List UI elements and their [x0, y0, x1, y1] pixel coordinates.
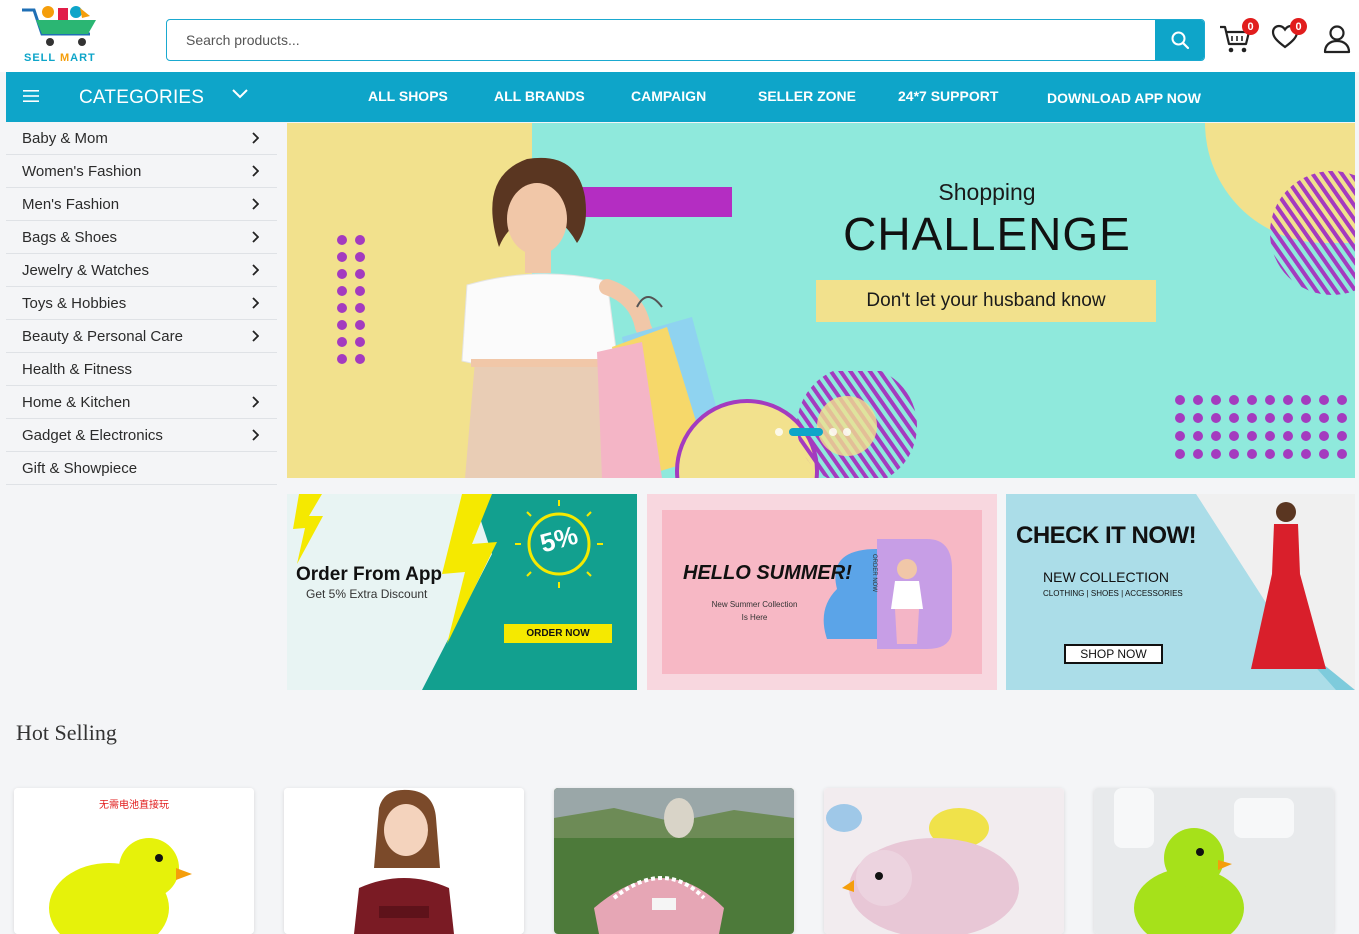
- product-card[interactable]: [824, 788, 1064, 934]
- main-nav: CATEGORIES ALL SHOPS ALL BRANDS CAMPAIGN…: [6, 72, 1355, 122]
- promo-collection-banner[interactable]: CHECK IT NOW! NEW COLLECTION CLOTHING | …: [1006, 494, 1355, 690]
- sidebar-item-gadget-electronics[interactable]: Gadget & Electronics: [6, 419, 277, 452]
- slider-dot-active[interactable]: [789, 428, 823, 436]
- hero-banner[interactable]: Shopping CHALLENGE Don't let your husban…: [287, 123, 1355, 478]
- search-bar: [166, 19, 1205, 61]
- sidebar-item-gift-showpiece[interactable]: Gift & Showpiece: [6, 452, 277, 485]
- chevron-right-icon: [252, 297, 259, 309]
- sidebar-item-toys-hobbies[interactable]: Toys & Hobbies: [6, 287, 277, 320]
- sidebar-item-label: Gadget & Electronics: [22, 426, 163, 444]
- category-sidebar: Baby & Mom Women's Fashion Men's Fashion…: [6, 122, 277, 485]
- promo-app-order-button[interactable]: ORDER NOW: [504, 624, 612, 643]
- product-image: [824, 788, 1064, 934]
- promo-app-subtitle: Get 5% Extra Discount: [306, 587, 428, 601]
- nav-download-app[interactable]: DOWNLOAD APP NOW: [1047, 90, 1201, 106]
- sidebar-item-mens-fashion[interactable]: Men's Fashion: [6, 188, 277, 221]
- hero-headline: CHALLENGE: [843, 208, 1131, 260]
- sidebar-item-label: Men's Fashion: [22, 195, 120, 213]
- header: SELL MART 0 0: [0, 0, 1359, 72]
- sidebar-item-label: Women's Fashion: [22, 162, 142, 180]
- hero-circle-decoration: [675, 371, 917, 478]
- promo-app-banner[interactable]: 5% Order From App Get 5% Extra Discount …: [287, 494, 637, 690]
- menu-icon[interactable]: [23, 89, 39, 103]
- slider-pagination: [775, 428, 851, 436]
- account-button[interactable]: [1323, 24, 1355, 56]
- nav-campaign[interactable]: CAMPAIGN: [631, 88, 706, 104]
- nav-all-brands[interactable]: ALL BRANDS: [494, 88, 585, 104]
- sidebar-item-label: Home & Kitchen: [22, 393, 131, 411]
- hero-stripe-circle: [1270, 171, 1355, 295]
- search-input[interactable]: [167, 20, 1155, 60]
- search-icon: [1171, 31, 1189, 50]
- sidebar-item-jewelry-watches[interactable]: Jewelry & Watches: [6, 254, 277, 287]
- slider-dot[interactable]: [775, 428, 783, 436]
- chevron-right-icon: [252, 264, 259, 276]
- sidebar-item-label: Baby & Mom: [22, 129, 108, 147]
- sidebar-item-womens-fashion[interactable]: Women's Fashion: [6, 155, 277, 188]
- user-icon: [1323, 25, 1351, 54]
- promo-summer-title: HELLO SUMMER!: [683, 562, 852, 584]
- logo-text: SELL MART: [24, 52, 96, 64]
- sidebar-item-label: Health & Fitness: [22, 360, 133, 378]
- promo-collection-subtitle: NEW COLLECTION: [1043, 569, 1170, 585]
- cart-button[interactable]: 0: [1219, 18, 1259, 56]
- promo-summer-line1: New Summer Collection: [711, 600, 798, 609]
- hero-tagline: Don't let your husband know: [816, 280, 1156, 322]
- sidebar-item-home-kitchen[interactable]: Home & Kitchen: [6, 386, 277, 419]
- chevron-right-icon: [252, 132, 259, 144]
- promo-collection-shop-button[interactable]: SHOP NOW: [1064, 644, 1163, 664]
- promo-summer-line2: Is Here: [741, 613, 768, 622]
- slider-dot[interactable]: [829, 428, 837, 436]
- sidebar-item-label: Bags & Shoes: [22, 228, 118, 246]
- product-image: [554, 788, 794, 934]
- promo-collection-tags: CLOTHING | SHOES | ACCESSORIES: [1043, 589, 1183, 598]
- cart-count-badge: 0: [1242, 18, 1259, 35]
- hero-shopping-text: Shopping: [938, 179, 1036, 205]
- product-image: [1094, 788, 1334, 934]
- cart-logo-icon: [22, 6, 96, 46]
- chevron-right-icon: [252, 429, 259, 441]
- product-card[interactable]: 无需电池直接玩: [14, 788, 254, 934]
- sidebar-item-health-fitness[interactable]: Health & Fitness: [6, 353, 277, 386]
- nav-support[interactable]: 24*7 SUPPORT: [898, 88, 998, 104]
- chevron-right-icon: [252, 198, 259, 210]
- hot-selling-heading: Hot Selling: [16, 720, 117, 745]
- hero-dot-grid: [1175, 395, 1347, 459]
- sidebar-item-baby-mom[interactable]: Baby & Mom: [6, 122, 277, 155]
- sidebar-item-beauty-care[interactable]: Beauty & Personal Care: [6, 320, 277, 353]
- promo-summer-shapes: [823, 539, 952, 649]
- wishlist-count-badge: 0: [1290, 18, 1307, 35]
- product-card[interactable]: [1094, 788, 1334, 934]
- promo-summer-side-label: ORDER NOW: [871, 554, 877, 592]
- chevron-right-icon: [252, 330, 259, 342]
- product-image: [284, 788, 524, 934]
- logo[interactable]: SELL MART: [20, 6, 112, 66]
- chevron-right-icon: [252, 231, 259, 243]
- nav-all-shops[interactable]: ALL SHOPS: [368, 88, 448, 104]
- chevron-right-icon: [252, 165, 259, 177]
- slider-dot[interactable]: [843, 428, 851, 436]
- search-button[interactable]: [1155, 20, 1204, 60]
- categories-toggle[interactable]: CATEGORIES: [79, 87, 204, 109]
- hero-dot-pattern: [337, 235, 365, 364]
- promo-summer-banner[interactable]: HELLO SUMMER! New Summer Collection Is H…: [647, 494, 997, 690]
- sidebar-item-label: Toys & Hobbies: [22, 294, 127, 312]
- sidebar-item-label: Jewelry & Watches: [22, 261, 149, 279]
- product-card[interactable]: [554, 788, 794, 934]
- sidebar-item-label: Beauty & Personal Care: [22, 327, 183, 345]
- sidebar-item-bags-shoes[interactable]: Bags & Shoes: [6, 221, 277, 254]
- product-caption: 无需电池直接玩: [99, 800, 169, 811]
- promo-collection-title: CHECK IT NOW!: [1016, 522, 1197, 549]
- nav-seller-zone[interactable]: SELLER ZONE: [758, 88, 856, 104]
- wishlist-button[interactable]: 0: [1271, 18, 1307, 56]
- promo-app-title: Order From App: [296, 564, 443, 585]
- sidebar-item-label: Gift & Showpiece: [22, 459, 138, 477]
- product-card[interactable]: [284, 788, 524, 934]
- chevron-right-icon: [252, 396, 259, 408]
- chevron-down-icon[interactable]: [231, 87, 249, 101]
